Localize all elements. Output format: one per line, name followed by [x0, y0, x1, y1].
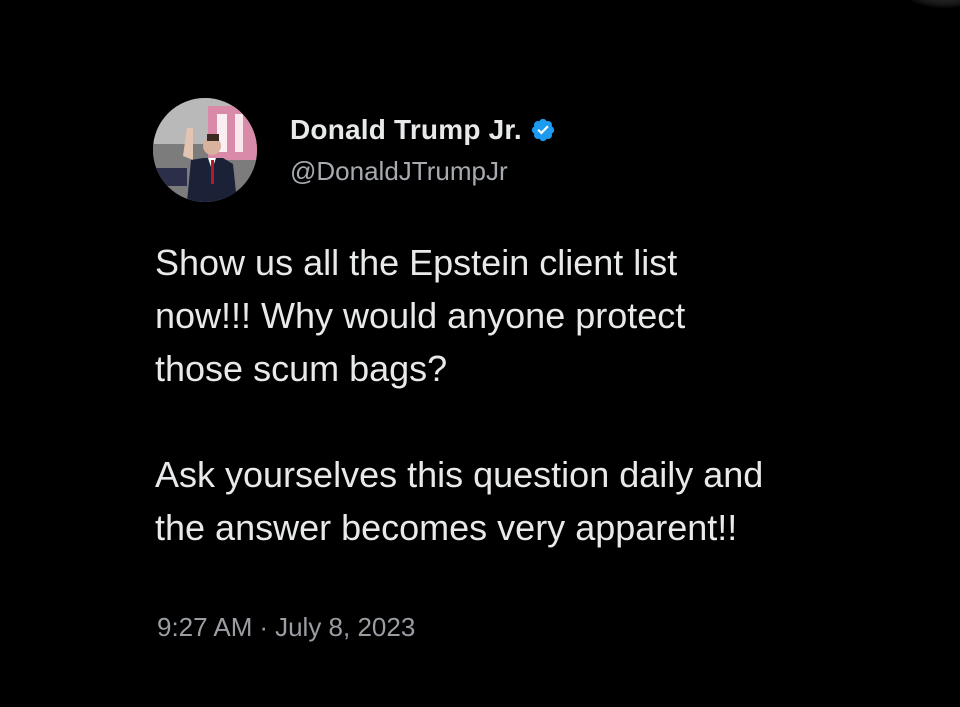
profile-photo — [153, 98, 257, 202]
timestamp-separator: · — [259, 612, 269, 642]
tweet-paragraph-2: Ask yourselves this question daily and t… — [155, 454, 764, 548]
author-row: Donald Trump Jr. — [290, 110, 556, 150]
tweet-paragraph-1: Show us all the Epstein client list now!… — [155, 242, 686, 389]
display-name[interactable]: Donald Trump Jr. — [290, 114, 522, 146]
tweet-text: Show us all the Epstein client list now!… — [155, 236, 945, 554]
verified-badge-icon — [531, 118, 555, 142]
corner-artifact — [900, 0, 960, 8]
tweet-time: 9:27 AM — [157, 612, 253, 642]
tweet-date: July 8, 2023 — [275, 612, 416, 642]
avatar[interactable] — [153, 98, 257, 202]
tweet-card: Donald Trump Jr. @DonaldJTrumpJr Show us… — [0, 0, 960, 707]
author-handle[interactable]: @DonaldJTrumpJr — [290, 156, 508, 187]
timestamp[interactable]: 9:27 AM · July 8, 2023 — [157, 612, 415, 643]
